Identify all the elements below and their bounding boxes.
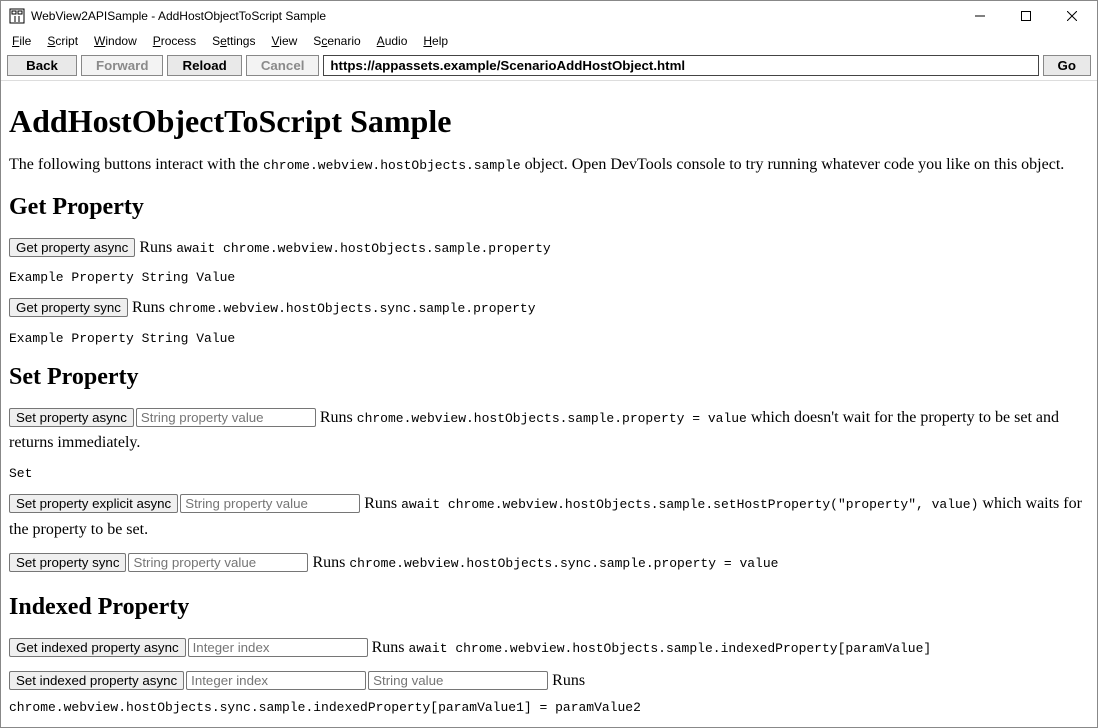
menu-window[interactable]: Window — [87, 33, 144, 49]
section-indexed-property: Indexed Property — [9, 594, 1089, 621]
runs-label: Runs — [308, 554, 349, 571]
address-bar[interactable]: https://appassets.example/ScenarioAddHos… — [323, 55, 1038, 76]
runs-label: Runs — [316, 409, 357, 426]
intro-text-post: object. Open DevTools console to try run… — [521, 156, 1065, 173]
app-icon — [9, 8, 25, 24]
menu-help[interactable]: Help — [416, 33, 455, 49]
result-set-async: Set — [9, 466, 1089, 481]
row-set-explicit: Set property explicit async Runs await c… — [9, 491, 1089, 542]
menu-audio[interactable]: Audio — [370, 33, 415, 49]
row-get-sync: Get property sync Runs chrome.webview.ho… — [9, 295, 1089, 321]
minimize-button[interactable] — [957, 1, 1003, 31]
intro-code: chrome.webview.hostObjects.sample — [263, 158, 520, 173]
result-get-sync: Example Property String Value — [9, 331, 1089, 346]
runs-label: Runs — [548, 672, 585, 689]
code-set-sync: chrome.webview.hostObjects.sync.sample.p… — [349, 556, 778, 571]
get-indexed-property-async-button[interactable]: Get indexed property async — [9, 638, 186, 657]
set-property-async-button[interactable]: Set property async — [9, 408, 134, 427]
page-title: AddHostObjectToScript Sample — [9, 103, 1089, 140]
set-property-sync-input[interactable] — [128, 553, 308, 572]
forward-button[interactable]: Forward — [81, 55, 163, 76]
set-property-async-input[interactable] — [136, 408, 316, 427]
menu-bar: FileScriptWindowProcessSettingsViewScena… — [1, 31, 1097, 51]
code-get-async: await chrome.webview.hostObjects.sample.… — [176, 241, 550, 256]
runs-label: Runs — [360, 495, 401, 512]
code-set-async: chrome.webview.hostObjects.sample.proper… — [357, 411, 747, 426]
page-content: AddHostObjectToScript Sample The followi… — [1, 81, 1097, 727]
idx-get-index-input[interactable] — [188, 638, 368, 657]
row-idx-set-async: Set indexed property async Runs chrome.w… — [9, 668, 1089, 719]
go-button[interactable]: Go — [1043, 55, 1091, 76]
get-property-async-button[interactable]: Get property async — [9, 238, 135, 257]
runs-label: Runs — [135, 239, 176, 256]
runs-label: Runs — [128, 299, 169, 316]
row-set-async: Set property async Runs chrome.webview.h… — [9, 405, 1089, 456]
webview-viewport[interactable]: AddHostObjectToScript Sample The followi… — [1, 80, 1097, 727]
result-get-async: Example Property String Value — [9, 270, 1089, 285]
section-set-property: Set Property — [9, 364, 1089, 391]
set-property-explicit-async-button[interactable]: Set property explicit async — [9, 494, 178, 513]
code-idx-set-async: chrome.webview.hostObjects.sync.sample.i… — [9, 700, 641, 715]
section-get-property: Get Property — [9, 194, 1089, 221]
menu-script[interactable]: Script — [40, 33, 85, 49]
nav-toolbar: Back Forward Reload Cancel https://appas… — [1, 51, 1097, 80]
title-bar: WebView2APISample - AddHostObjectToScrip… — [1, 1, 1097, 31]
get-property-sync-button[interactable]: Get property sync — [9, 298, 128, 317]
back-button[interactable]: Back — [7, 55, 77, 76]
window-buttons — [957, 1, 1095, 31]
set-property-sync-button[interactable]: Set property sync — [9, 553, 126, 572]
menu-scenario[interactable]: Scenario — [306, 33, 367, 49]
set-indexed-property-async-button[interactable]: Set indexed property async — [9, 671, 184, 690]
menu-settings[interactable]: Settings — [205, 33, 262, 49]
row-get-async: Get property async Runs await chrome.web… — [9, 235, 1089, 261]
menu-view[interactable]: View — [264, 33, 304, 49]
code-get-sync: chrome.webview.hostObjects.sync.sample.p… — [169, 301, 536, 316]
idx-set-index-input[interactable] — [186, 671, 366, 690]
reload-button[interactable]: Reload — [167, 55, 241, 76]
menu-process[interactable]: Process — [146, 33, 203, 49]
menu-file[interactable]: File — [5, 33, 38, 49]
intro-text-pre: The following buttons interact with the — [9, 156, 263, 173]
window-title: WebView2APISample - AddHostObjectToScrip… — [31, 9, 957, 23]
row-set-sync: Set property sync Runs chrome.webview.ho… — [9, 550, 1089, 576]
code-set-explicit: await chrome.webview.hostObjects.sample.… — [401, 497, 978, 512]
set-property-explicit-input[interactable] — [180, 494, 360, 513]
idx-set-value-input[interactable] — [368, 671, 548, 690]
intro-paragraph: The following buttons interact with the … — [9, 154, 1089, 176]
maximize-button[interactable] — [1003, 1, 1049, 31]
row-idx-get-async: Get indexed property async Runs await ch… — [9, 635, 1089, 661]
address-text: https://appassets.example/ScenarioAddHos… — [330, 58, 685, 73]
close-button[interactable] — [1049, 1, 1095, 31]
code-idx-get-async: await chrome.webview.hostObjects.sample.… — [409, 641, 932, 656]
app-window: WebView2APISample - AddHostObjectToScrip… — [0, 0, 1098, 728]
runs-label: Runs — [368, 639, 409, 656]
cancel-button[interactable]: Cancel — [246, 55, 320, 76]
